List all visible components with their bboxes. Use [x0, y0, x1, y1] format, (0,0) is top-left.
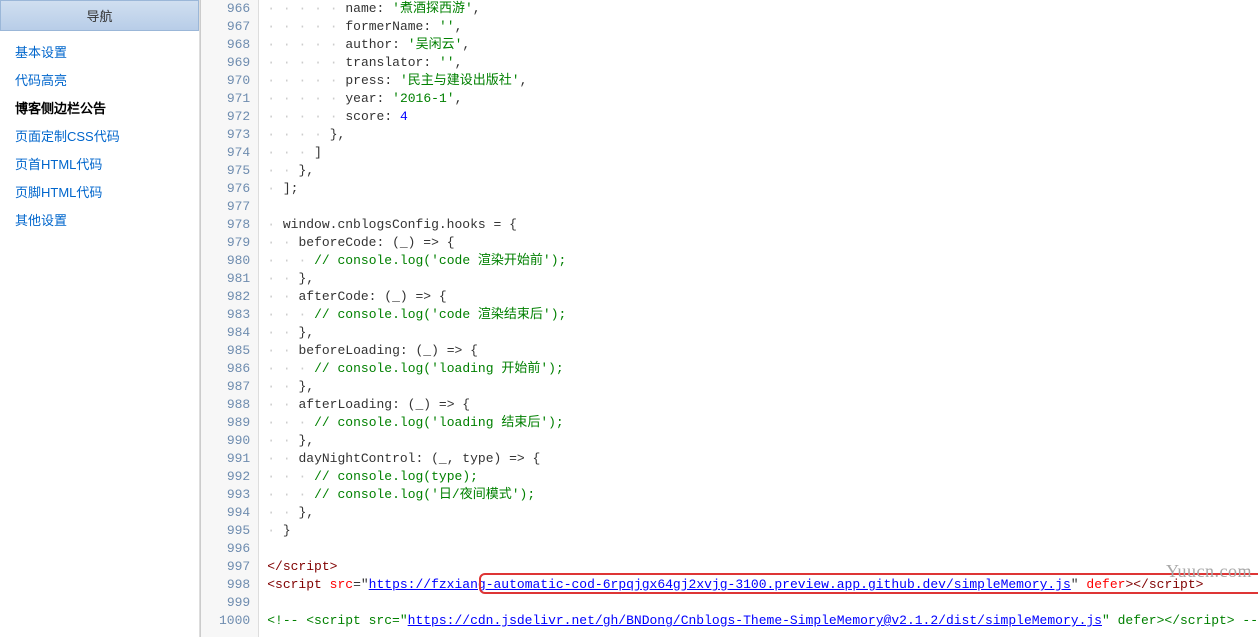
sidebar-item-4[interactable]: 页首HTML代码: [0, 151, 199, 179]
line-number: 971: [201, 90, 258, 108]
code-line[interactable]: [259, 540, 1258, 558]
sidebar-item-3[interactable]: 页面定制CSS代码: [0, 123, 199, 151]
code-line[interactable]: · · · // console.log('loading 开始前');: [259, 360, 1258, 378]
line-number: 997: [201, 558, 258, 576]
line-number: 994: [201, 504, 258, 522]
code-line[interactable]: · window.cnblogsConfig.hooks = {: [259, 216, 1258, 234]
line-number: 983: [201, 306, 258, 324]
line-number: 987: [201, 378, 258, 396]
line-number: 972: [201, 108, 258, 126]
line-number: 968: [201, 36, 258, 54]
line-number: 976: [201, 180, 258, 198]
sidebar-item-1[interactable]: 代码高亮: [0, 67, 199, 95]
line-number: 995: [201, 522, 258, 540]
line-number: 996: [201, 540, 258, 558]
line-number: 974: [201, 144, 258, 162]
code-line[interactable]: · ];: [259, 180, 1258, 198]
code-line[interactable]: <!-- <script src="https://cdn.jsdelivr.n…: [259, 612, 1258, 630]
code-line[interactable]: · · · · · year: '2016-1',: [259, 90, 1258, 108]
code-line[interactable]: · · afterCode: (_) => {: [259, 288, 1258, 306]
line-number: 977: [201, 198, 258, 216]
code-line[interactable]: · · · · · translator: '',: [259, 54, 1258, 72]
line-number: 981: [201, 270, 258, 288]
line-number: 982: [201, 288, 258, 306]
line-number: 966: [201, 0, 258, 18]
code-line[interactable]: [259, 198, 1258, 216]
line-number: 980: [201, 252, 258, 270]
line-number: 1000: [201, 612, 258, 630]
code-line[interactable]: · · },: [259, 162, 1258, 180]
code-line[interactable]: · · · · · formerName: '',: [259, 18, 1258, 36]
line-number: 969: [201, 54, 258, 72]
line-number: 998: [201, 576, 258, 594]
code-line[interactable]: · · · · · author: '吴闲云',: [259, 36, 1258, 54]
line-number: 984: [201, 324, 258, 342]
line-number: 967: [201, 18, 258, 36]
code-line[interactable]: · · · // console.log('日/夜间模式');: [259, 486, 1258, 504]
code-line[interactable]: · · },: [259, 504, 1258, 522]
line-number: 988: [201, 396, 258, 414]
line-number: 992: [201, 468, 258, 486]
line-number: 990: [201, 432, 258, 450]
sidebar-item-0[interactable]: 基本设置: [0, 39, 199, 67]
code-line[interactable]: · · beforeCode: (_) => {: [259, 234, 1258, 252]
content-area: 9669679689699709719729739749759769779789…: [200, 0, 1258, 637]
code-lines[interactable]: · · · · · name: '煮酒探西游',· · · · · former…: [259, 0, 1258, 637]
code-line[interactable]: · · · · · name: '煮酒探西游',: [259, 0, 1258, 18]
line-number: 993: [201, 486, 258, 504]
sidebar-header: 导航: [0, 0, 199, 31]
code-line[interactable]: · · · ]: [259, 144, 1258, 162]
line-number: 989: [201, 414, 258, 432]
line-number: 973: [201, 126, 258, 144]
line-gutter: 9669679689699709719729739749759769779789…: [201, 0, 259, 637]
code-line[interactable]: · · · // console.log('loading 结束后');: [259, 414, 1258, 432]
code-line[interactable]: · · · // console.log('code 渲染结束后');: [259, 306, 1258, 324]
line-number: 975: [201, 162, 258, 180]
code-line[interactable]: · · · · · score: 4: [259, 108, 1258, 126]
line-number: 999: [201, 594, 258, 612]
line-number: 991: [201, 450, 258, 468]
code-line[interactable]: · · · // console.log('code 渲染开始前');: [259, 252, 1258, 270]
line-number: 986: [201, 360, 258, 378]
code-line[interactable]: <script src="https://fzxiang-automatic-c…: [259, 576, 1258, 594]
code-editor[interactable]: 9669679689699709719729739749759769779789…: [200, 0, 1258, 637]
code-line[interactable]: · · afterLoading: (_) => {: [259, 396, 1258, 414]
code-line[interactable]: [259, 594, 1258, 612]
code-line[interactable]: · · dayNightControl: (_, type) => {: [259, 450, 1258, 468]
code-line[interactable]: · · · · },: [259, 126, 1258, 144]
code-line[interactable]: · · · · · press: '民主与建设出版社',: [259, 72, 1258, 90]
sidebar-item-6[interactable]: 其他设置: [0, 207, 199, 235]
code-line[interactable]: · · },: [259, 432, 1258, 450]
code-line[interactable]: · · },: [259, 378, 1258, 396]
line-number: 979: [201, 234, 258, 252]
watermark: Yuucn.com: [1166, 561, 1252, 582]
code-line[interactable]: · · beforeLoading: (_) => {: [259, 342, 1258, 360]
code-line[interactable]: · }: [259, 522, 1258, 540]
code-line[interactable]: · · · // console.log(type);: [259, 468, 1258, 486]
code-line[interactable]: · · },: [259, 270, 1258, 288]
sidebar-nav: 基本设置代码高亮博客侧边栏公告页面定制CSS代码页首HTML代码页脚HTML代码…: [0, 31, 199, 243]
sidebar: 导航 基本设置代码高亮博客侧边栏公告页面定制CSS代码页首HTML代码页脚HTM…: [0, 0, 200, 637]
line-number: 978: [201, 216, 258, 234]
code-line[interactable]: · · },: [259, 324, 1258, 342]
sidebar-item-2[interactable]: 博客侧边栏公告: [0, 95, 199, 123]
line-number: 970: [201, 72, 258, 90]
sidebar-item-5[interactable]: 页脚HTML代码: [0, 179, 199, 207]
line-number: 985: [201, 342, 258, 360]
code-line[interactable]: </script>: [259, 558, 1258, 576]
